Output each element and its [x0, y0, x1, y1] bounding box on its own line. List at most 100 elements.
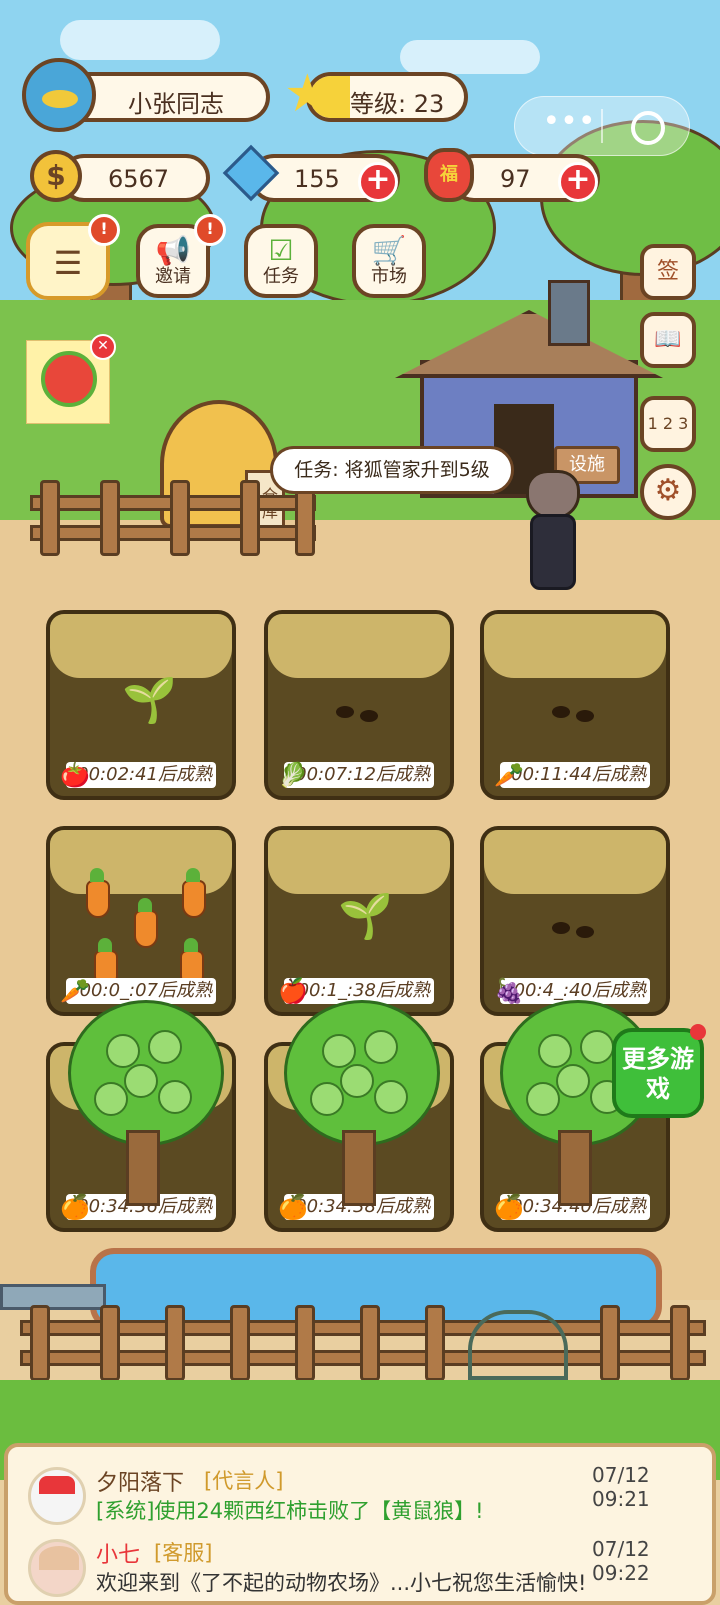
cow-hat [39, 1476, 75, 1494]
close-ad-icon[interactable]: ✕ [90, 334, 116, 360]
fox-butler[interactable] [520, 470, 580, 590]
fruit [158, 1080, 192, 1114]
fox-head [526, 470, 580, 520]
watermelon-icon [41, 351, 97, 407]
fence-post [40, 480, 60, 556]
fruit [538, 1034, 572, 1068]
notification-dot [690, 1024, 706, 1040]
more-games-button[interactable]: 更多游戏 [612, 1028, 704, 1118]
fence-post [165, 1305, 185, 1381]
plot-soil-top [484, 830, 666, 894]
capsule-divider [601, 109, 603, 143]
market-button[interactable]: 🛒 市场 [352, 224, 426, 298]
fence-post [170, 480, 190, 556]
chat-message: 欢迎来到《了不起的动物农场》...小七祝您生活愉快! [96, 1571, 587, 1595]
chat-message: [系统]使用24颗西红柿击败了【黄鼠狼】! [96, 1499, 484, 1523]
fruit [94, 1082, 128, 1116]
fruit-tree[interactable] [68, 1000, 224, 1206]
miniprogram-capsule: ••• [514, 96, 690, 156]
farm-plot[interactable]: 🌱 00:1_:38后成熟 🍎 [264, 826, 454, 1016]
fruit-tree[interactable] [284, 1000, 440, 1206]
fence-post [425, 1305, 445, 1381]
fence-post [240, 480, 260, 556]
player-name: 小张同志 [128, 90, 224, 118]
water-pipe [0, 1284, 106, 1310]
chat-timestamp: 07/12 09:22 [592, 1537, 650, 1585]
add-lucky-bag-button[interactable]: + [558, 162, 598, 202]
chat-sender-role: [客服] [154, 1541, 213, 1565]
fruit [556, 1064, 590, 1098]
chat-sender-name: 夕阳落下 [96, 1471, 185, 1496]
farm-plot[interactable]: 00:0_:07后成熟 🥕 [46, 826, 236, 1016]
fruit [526, 1082, 560, 1116]
fence-post [360, 1305, 380, 1381]
fruit [374, 1080, 408, 1114]
fence-post [670, 1305, 690, 1381]
seed [336, 706, 354, 718]
task-hint-bubble[interactable]: 任务: 将狐管家升到5级 [270, 446, 514, 494]
coin-icon: $ [30, 150, 82, 202]
tree-trunk [558, 1130, 592, 1206]
cloud [400, 40, 540, 74]
fruit [106, 1034, 140, 1068]
avatar-beak [42, 90, 78, 108]
task-button[interactable]: ☑ 任务 [244, 224, 318, 298]
diamonds-value: 155 [294, 165, 340, 193]
star-icon: ★ [284, 64, 331, 124]
fence-post [30, 1305, 50, 1381]
tree-trunk [342, 1130, 376, 1206]
plot-soil-top [50, 614, 232, 678]
fence-post [100, 1305, 120, 1381]
seed [552, 922, 570, 934]
fruit [148, 1030, 182, 1064]
close-miniprogram-icon[interactable] [631, 111, 665, 145]
more-options-icon[interactable]: ••• [541, 107, 597, 143]
plot-soil-top [268, 830, 450, 894]
level-text: 等级: 23 [350, 90, 445, 118]
book-icon[interactable]: 📖 [640, 312, 696, 368]
leaderboard-button[interactable]: 1 2 3 [640, 396, 696, 452]
avatar[interactable] [28, 1467, 86, 1525]
fence-post [600, 1305, 620, 1381]
notification-badge: ! [194, 214, 226, 246]
avatar[interactable] [28, 1539, 86, 1597]
carrot [182, 868, 206, 918]
fence-post [295, 1305, 315, 1381]
plot-soil-top [484, 614, 666, 678]
farm-gate[interactable] [468, 1310, 568, 1380]
farm-plot[interactable]: 00:4_:40后成熟 🍇 [480, 826, 670, 1016]
coins-value: 6567 [108, 165, 170, 193]
sign-in-button[interactable]: 签 [640, 244, 696, 300]
fruit [124, 1064, 158, 1098]
tomato-icon: 🍅 [60, 761, 90, 789]
cabbage-icon: 🥬 [278, 761, 308, 789]
coins-pill[interactable]: 6567 [60, 154, 210, 202]
fruit [580, 1030, 614, 1064]
fruit [340, 1064, 374, 1098]
chat-timestamp: 07/12 09:21 [592, 1463, 650, 1511]
fence-post [230, 1305, 250, 1381]
farm-plot[interactable]: 🌱 00:02:41后成熟 🍅 [46, 610, 236, 800]
chat-panel[interactable]: 夕阳落下 [代言人] 07/12 09:21 [系统]使用24颗西红柿击败了【黄… [4, 1443, 716, 1605]
tree-trunk [126, 1130, 160, 1206]
market-label: 市场 [371, 266, 407, 287]
fruit [364, 1030, 398, 1064]
farm-plot[interactable]: 00:07:12后成熟 🥬 [264, 610, 454, 800]
task-label: 任务 [263, 266, 299, 287]
add-diamonds-button[interactable]: + [358, 162, 398, 202]
settings-gear-icon[interactable]: ⚙ [640, 464, 696, 520]
carrot-icon: 🥕 [494, 761, 524, 789]
plot-soil-top [268, 614, 450, 678]
lucky-bag-value: 97 [500, 165, 531, 193]
avatar[interactable] [22, 58, 96, 132]
chat-sender-name: 小七 [96, 1543, 141, 1568]
fruit [310, 1082, 344, 1116]
fox-suit [530, 514, 576, 590]
seed [552, 706, 570, 718]
seed [576, 926, 594, 938]
chimney [548, 280, 590, 346]
farm-plot[interactable]: 00:11:44后成熟 🥕 [480, 610, 670, 800]
fruit [322, 1034, 356, 1068]
seed [360, 710, 378, 722]
chat-sender-role: [代言人] [204, 1469, 284, 1493]
